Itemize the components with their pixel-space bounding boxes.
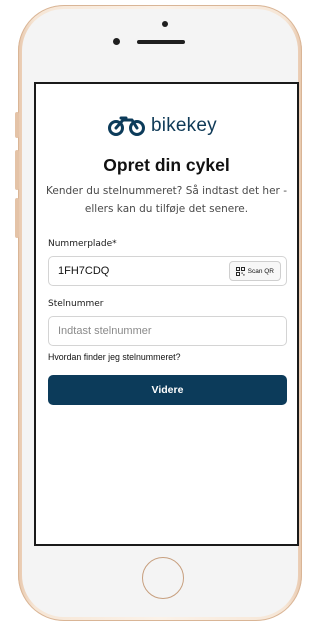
- front-camera: [162, 21, 168, 27]
- earpiece-speaker: [137, 40, 185, 44]
- continue-button[interactable]: Videre: [48, 375, 287, 405]
- page-subtitle: Kender du stelnummeret? Så indtast det h…: [46, 185, 287, 215]
- frame-number-label: Stelnummer: [48, 299, 104, 309]
- scan-qr-button[interactable]: Scan QR: [228, 261, 281, 281]
- phone-side-button: [15, 198, 19, 238]
- frame-number-field[interactable]: [48, 316, 287, 346]
- phone-side-button: [15, 150, 19, 190]
- brand-logo: bikekey: [108, 114, 217, 138]
- frame-number-input[interactable]: [49, 317, 286, 345]
- qr-code-icon: [235, 266, 245, 276]
- page-title: Opret din cykel: [103, 155, 230, 175]
- bicycle-logo-icon: [108, 116, 145, 136]
- app-screen: bikekey Opret din cykel Kender du stelnu…: [34, 82, 299, 546]
- phone-side-button: [15, 112, 19, 138]
- scan-qr-label: Scan QR: [247, 267, 274, 275]
- plate-field[interactable]: 1FH7CDQ Scan QR: [48, 256, 287, 286]
- frame-number-help-link[interactable]: Hvordan finder jeg stelnummeret?: [48, 352, 181, 362]
- wordmark-bike: bike: [151, 115, 187, 136]
- home-button[interactable]: [142, 557, 184, 599]
- plate-label: Nummerplade*: [48, 239, 117, 249]
- proximity-sensor: [113, 38, 120, 45]
- brand-wordmark: bikekey: [151, 115, 217, 137]
- wordmark-key: key: [186, 115, 217, 136]
- plate-value[interactable]: 1FH7CDQ: [58, 265, 109, 277]
